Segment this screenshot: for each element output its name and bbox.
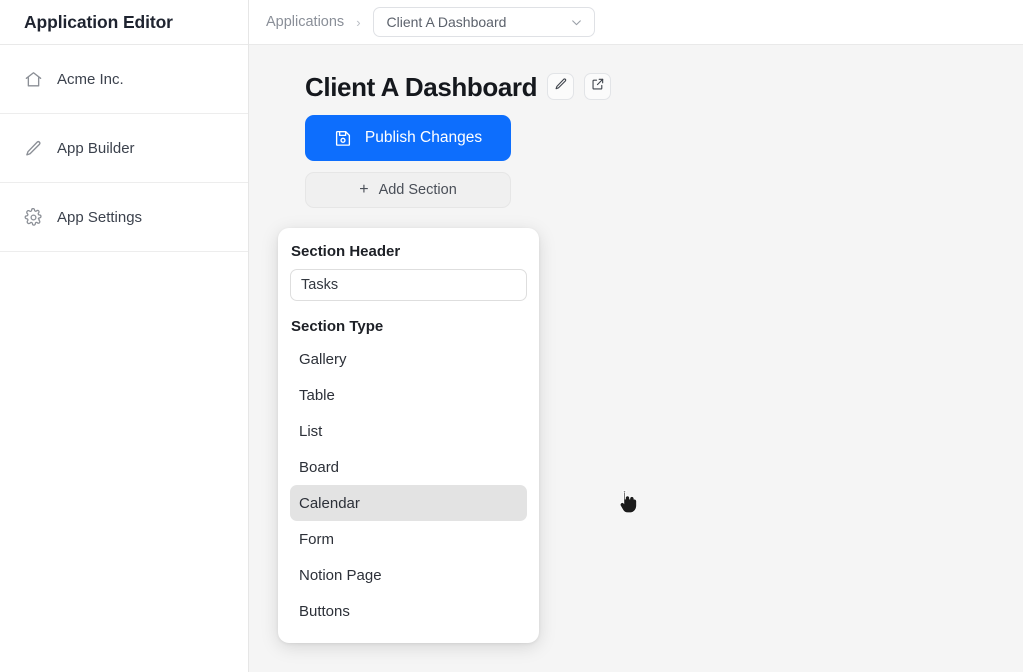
- add-section-panel: Section Header Section Type Gallery Tabl…: [278, 228, 539, 643]
- app-root: Application Editor Acme Inc. App Builder: [0, 0, 1023, 672]
- section-type-option-notion-page[interactable]: Notion Page: [290, 557, 527, 593]
- sidebar: Application Editor Acme Inc. App Builder: [0, 0, 249, 672]
- pencil-icon: [554, 77, 568, 96]
- section-header-input[interactable]: [290, 269, 527, 301]
- chevron-down-icon: [570, 16, 583, 29]
- sidebar-item-app-settings[interactable]: App Settings: [0, 183, 248, 252]
- publish-changes-button[interactable]: Publish Changes: [305, 115, 511, 161]
- add-section-label: Add Section: [378, 182, 457, 198]
- sidebar-item-acme-inc[interactable]: Acme Inc.: [0, 45, 248, 114]
- external-link-icon: [591, 77, 605, 96]
- sidebar-item-label: App Settings: [57, 208, 143, 226]
- publish-changes-label: Publish Changes: [364, 129, 483, 146]
- page-title: Client A Dashboard: [305, 71, 538, 102]
- section-header-label: Section Header: [291, 243, 401, 260]
- plus-icon: +: [359, 181, 369, 198]
- open-external-button[interactable]: [584, 73, 612, 100]
- section-type-option-calendar[interactable]: Calendar: [290, 485, 527, 521]
- sidebar-item-label: Acme Inc.: [57, 70, 124, 88]
- section-type-label: Section Type: [291, 318, 384, 335]
- section-type-option-form[interactable]: Form: [290, 521, 527, 557]
- section-type-option-table[interactable]: Table: [290, 377, 527, 413]
- breadcrumb-separator: ›: [356, 14, 361, 30]
- sidebar-title: Application Editor: [24, 11, 173, 32]
- page-body: Client A Dashboard Publish Changes + Add…: [249, 45, 1023, 208]
- section-type-option-list[interactable]: List: [290, 413, 527, 449]
- add-section-button[interactable]: + Add Section: [305, 172, 511, 208]
- app-select[interactable]: Client A Dashboard: [372, 7, 595, 37]
- main-content: Applications › Client A Dashboard Client…: [249, 0, 1023, 672]
- home-icon: [24, 70, 43, 89]
- pencil-icon: [24, 139, 43, 158]
- app-select-value: Client A Dashboard: [386, 14, 507, 30]
- title-row: Client A Dashboard: [305, 73, 1023, 100]
- section-type-option-gallery[interactable]: Gallery: [290, 341, 527, 377]
- sidebar-header: Application Editor: [0, 0, 248, 45]
- section-type-option-buttons[interactable]: Buttons: [290, 593, 527, 629]
- edit-title-button[interactable]: [547, 73, 575, 100]
- gear-icon: [24, 207, 43, 227]
- pointer-hand-cursor: [619, 490, 640, 514]
- save-icon: [334, 129, 352, 147]
- breadcrumb-applications[interactable]: Applications: [266, 14, 344, 30]
- topbar: Applications › Client A Dashboard: [249, 0, 1023, 45]
- sidebar-item-label: App Builder: [57, 139, 135, 157]
- section-type-option-board[interactable]: Board: [290, 449, 527, 485]
- sidebar-item-app-builder[interactable]: App Builder: [0, 114, 248, 183]
